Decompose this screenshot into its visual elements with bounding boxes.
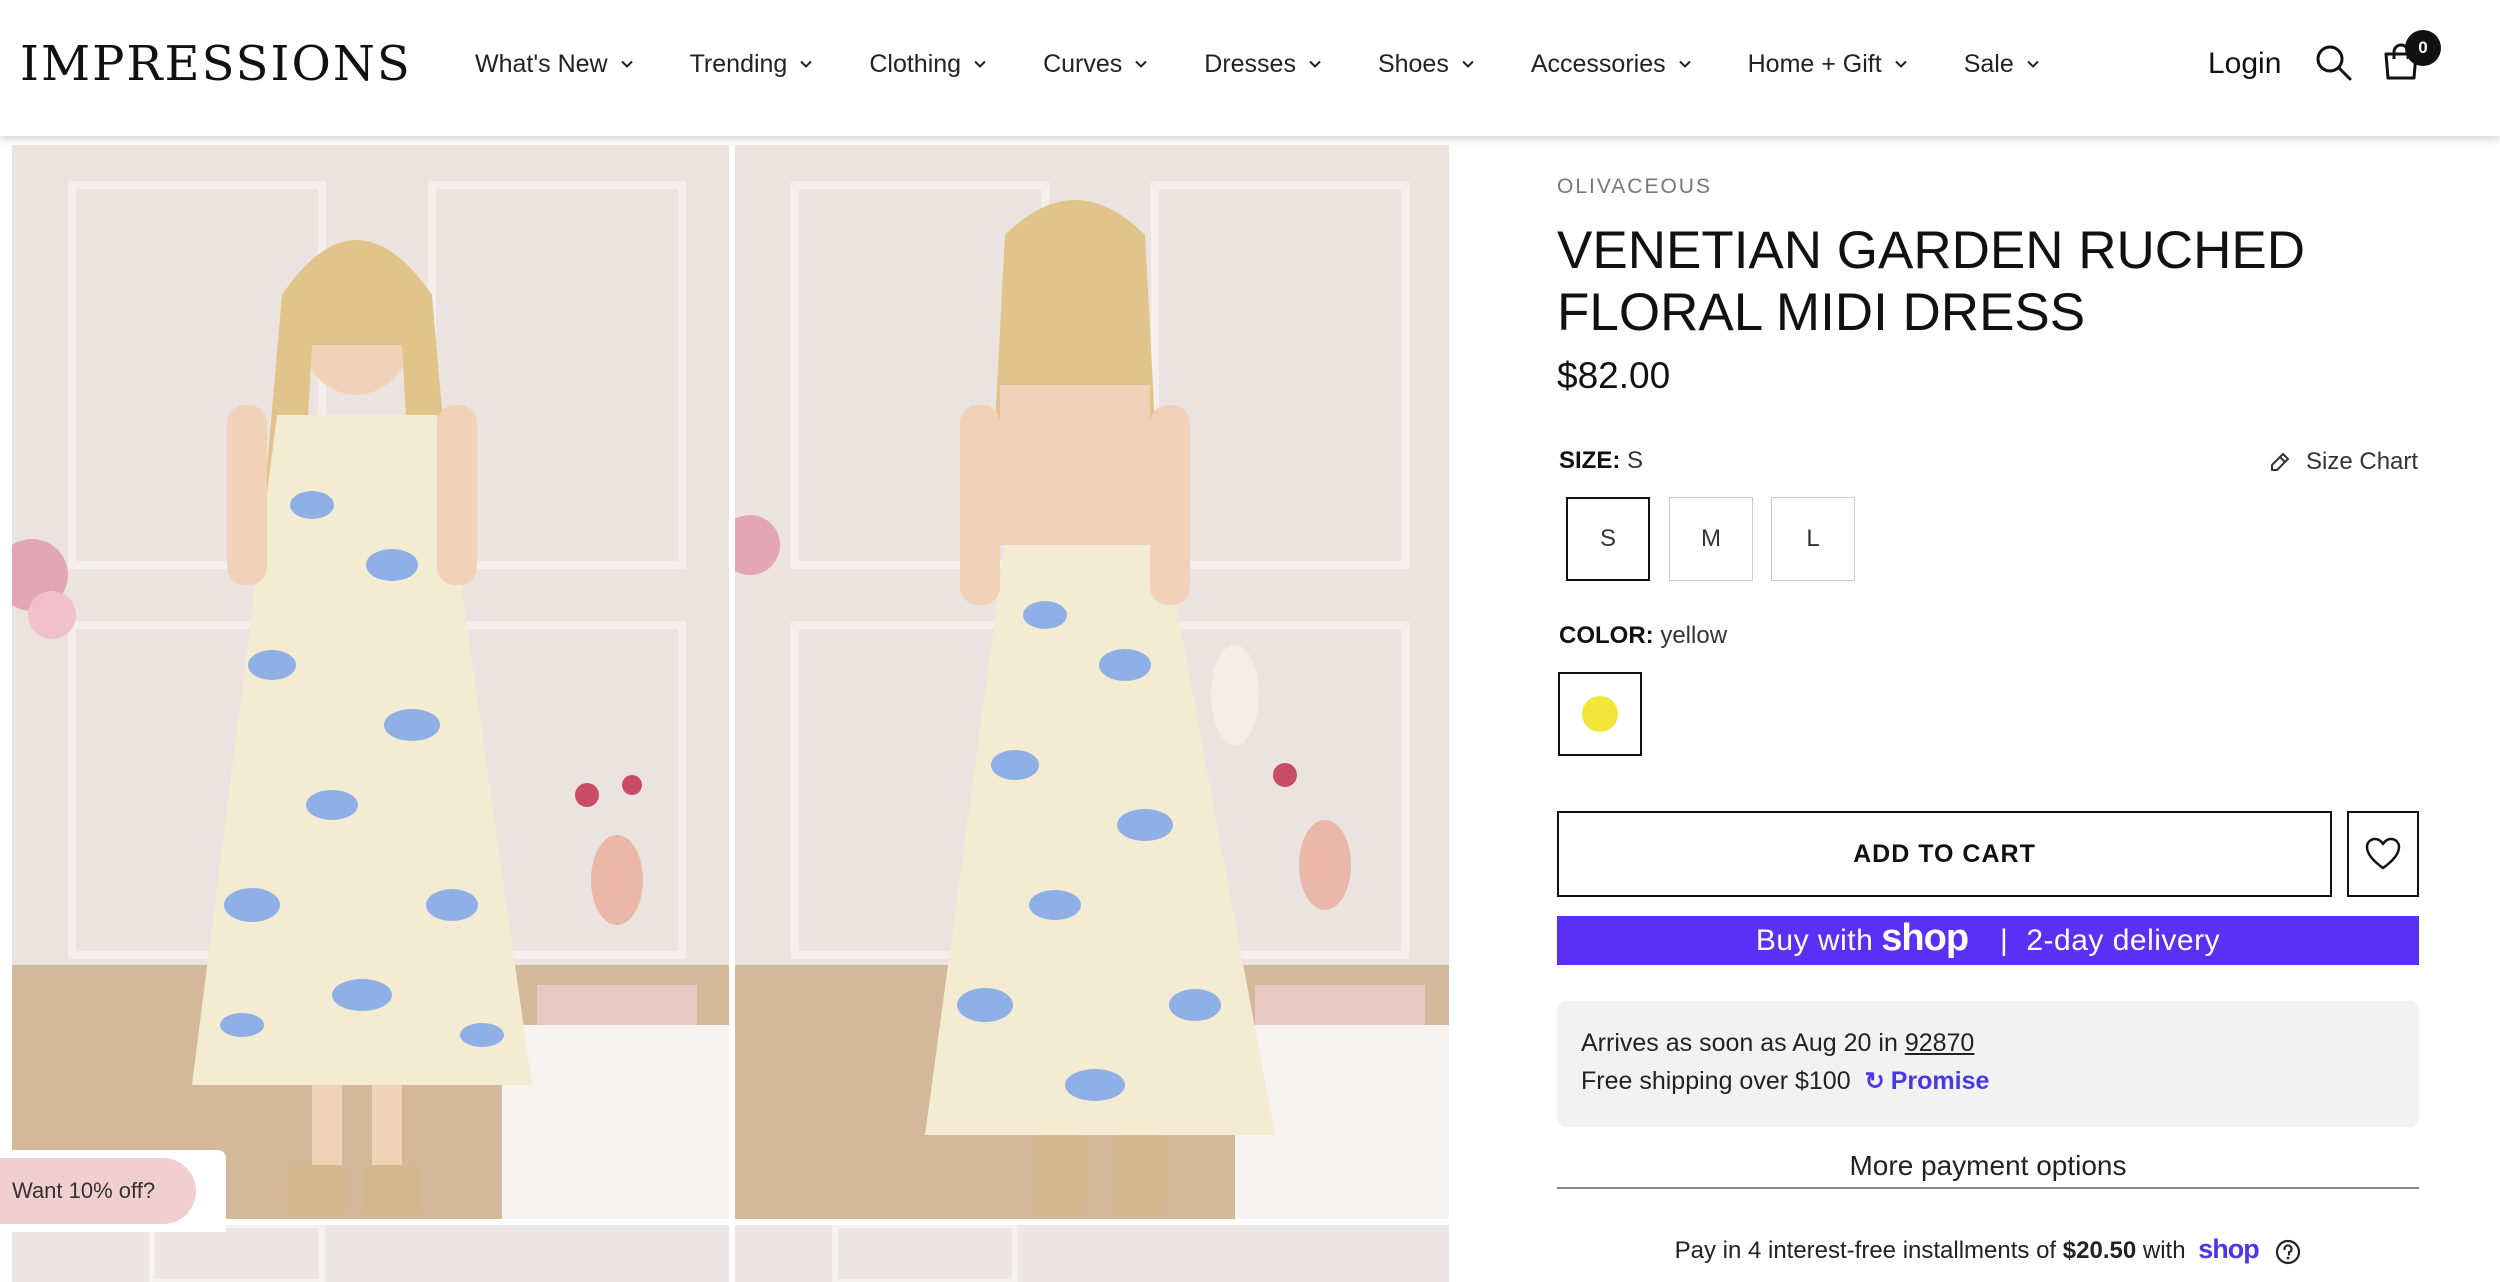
product-price: $82.00 xyxy=(1557,355,1671,396)
nav-item-home-gift[interactable]: Home + Gift xyxy=(1748,44,1908,84)
chevron-down-icon xyxy=(1678,60,1691,68)
nav-item-shoes[interactable]: Shoes xyxy=(1378,44,1475,84)
chevron-down-icon xyxy=(620,60,633,68)
color-option-label: COLOR: yellow xyxy=(1559,622,1727,650)
chevron-down-icon xyxy=(1309,60,1321,68)
nav-item-label: Accessories xyxy=(1530,49,1666,78)
chevron-down-icon xyxy=(1135,60,1147,68)
shop-pay-button[interactable]: Buy with shop | 2-day delivery xyxy=(1557,916,2419,965)
size-label: SIZE: xyxy=(1559,447,1621,474)
delivery-info-box: Arrives as soon as Aug 20 in 92870 Free … xyxy=(1557,1001,2419,1127)
nav-item-sale[interactable]: Sale xyxy=(1964,44,2040,84)
size-chart-label: Size Chart xyxy=(2306,448,2419,475)
color-label: COLOR: xyxy=(1559,622,1654,649)
discount-offer-button[interactable]: Want 10% off? xyxy=(0,1158,196,1224)
promise-label: Promise xyxy=(1890,1067,1990,1095)
main-nav: What's New Trending Clothing Curves Dres… xyxy=(475,44,2096,84)
nav-item-clothing[interactable]: Clothing xyxy=(869,44,987,84)
shop-pay-delivery: 2-day delivery xyxy=(2026,923,2221,957)
product-vendor[interactable]: OLIVACEOUS xyxy=(1557,175,1712,199)
nav-item-dresses[interactable]: Dresses xyxy=(1204,44,1322,84)
chevron-down-icon xyxy=(1462,60,1474,68)
nav-item-label: Clothing xyxy=(869,49,962,78)
ruler-icon xyxy=(2271,453,2289,471)
add-to-cart-button[interactable]: ADD TO CART xyxy=(1557,811,2332,897)
size-option-l[interactable]: L xyxy=(1771,497,1855,581)
nav-item-curves[interactable]: Curves xyxy=(1043,44,1148,84)
promise-icon: ↻ xyxy=(1864,1068,1885,1095)
nav-item-label: Shoes xyxy=(1377,49,1449,78)
more-payment-divider xyxy=(1557,1187,2419,1189)
product-image-thumb-3[interactable] xyxy=(12,1225,729,1282)
product-image-front[interactable] xyxy=(12,145,729,1219)
installments-with: with xyxy=(2142,1237,2186,1264)
color-swatch-yellow[interactable] xyxy=(1558,672,1642,756)
cart-count-badge: 0 xyxy=(2405,30,2441,66)
site-logo[interactable]: IMPRESSIONS xyxy=(20,34,412,94)
installments-message: Pay in 4 interest-free installments of $… xyxy=(1557,1234,2419,1265)
wishlist-button[interactable] xyxy=(2347,811,2419,897)
nav-item-label: Sale xyxy=(1963,49,2014,78)
free-shipping-line: Free shipping over $100 ↻ Promise xyxy=(1581,1067,1989,1096)
arrives-text: Arrives as soon as Aug 20 in xyxy=(1581,1029,1898,1057)
login-link[interactable]: Login xyxy=(2208,44,2281,84)
heart-icon xyxy=(2365,837,2401,870)
nav-item-whats-new[interactable]: What's New xyxy=(475,44,634,84)
site-header: IMPRESSIONS What's New Trending Clothing… xyxy=(0,0,2500,136)
color-selected-value: yellow xyxy=(1660,622,1728,649)
chevron-down-icon xyxy=(974,60,986,68)
size-selected-value: S xyxy=(1627,447,1644,474)
more-payment-options-link[interactable]: More payment options xyxy=(1557,1150,2419,1182)
product-image-thumb-4[interactable] xyxy=(735,1225,1449,1282)
size-option-m[interactable]: M xyxy=(1669,497,1753,581)
nav-item-accessories[interactable]: Accessories xyxy=(1531,44,1692,84)
product-image-back[interactable] xyxy=(735,145,1449,1219)
nav-item-label: What's New xyxy=(475,49,608,78)
shop-pay-separator: | xyxy=(2000,923,2009,957)
chevron-down-icon xyxy=(1894,60,1907,68)
free-shipping-text: Free shipping over $100 xyxy=(1581,1067,1851,1095)
chevron-down-icon xyxy=(2027,60,2039,68)
help-icon[interactable] xyxy=(2275,1239,2301,1265)
promo-popup-tab: Want 10% off? xyxy=(0,1150,226,1232)
color-swatch-dot xyxy=(1582,696,1618,732)
size-chart-link[interactable]: Size Chart xyxy=(2268,448,2418,476)
nav-item-label: Home + Gift xyxy=(1747,49,1882,78)
nav-item-label: Trending xyxy=(689,49,788,78)
delivery-estimate: Arrives as soon as Aug 20 in 92870 xyxy=(1581,1029,1974,1058)
size-option-s[interactable]: S xyxy=(1566,497,1650,581)
product-title: VENETIAN GARDEN RUCHED FLORAL MIDI DRESS xyxy=(1557,221,2305,342)
shop-logo: shop xyxy=(2198,1234,2259,1264)
zip-code-link[interactable]: 92870 xyxy=(1905,1029,1975,1057)
nav-item-label: Dresses xyxy=(1204,49,1296,78)
shop-pay-logo: shop xyxy=(1881,917,1969,959)
search-icon[interactable] xyxy=(2313,42,2353,82)
chevron-down-icon xyxy=(800,60,813,68)
installments-amount: $20.50 xyxy=(2062,1237,2137,1264)
nav-item-trending[interactable]: Trending xyxy=(690,44,814,84)
installments-prefix: Pay in 4 interest-free installments of xyxy=(1674,1237,2057,1264)
promise-link[interactable]: ↻ Promise xyxy=(1865,1067,1990,1096)
nav-item-label: Curves xyxy=(1043,49,1123,78)
size-option-label: SIZE: S xyxy=(1559,447,1643,475)
shop-pay-prefix: Buy with xyxy=(1755,923,1874,957)
